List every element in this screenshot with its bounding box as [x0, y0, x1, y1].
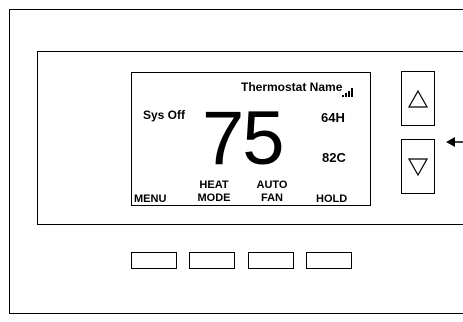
up-button[interactable]	[401, 71, 435, 126]
pointer-arrow-icon	[446, 137, 463, 147]
setpoint-temperature: 75	[202, 96, 285, 181]
soft-label-heat-mode-line2: MODE	[197, 192, 231, 204]
lcd-display: Thermostat Name Sys Off 75 64H 82C MENU …	[131, 72, 371, 206]
system-status: Sys Off	[143, 108, 186, 122]
soft-label-auto-fan-line1: AUTO	[256, 179, 288, 191]
signal-strength-icon	[342, 87, 354, 97]
heat-setpoint: 64H	[321, 110, 345, 125]
auto-fan-soft-key[interactable]	[248, 252, 294, 269]
soft-label-auto-fan-line2: FAN	[261, 192, 283, 204]
soft-label-heat-mode-line1: HEAT	[199, 179, 229, 191]
hold-soft-key[interactable]	[306, 252, 352, 269]
soft-label-auto-fan: AUTO FAN	[250, 179, 294, 205]
soft-label-menu: MENU	[134, 193, 167, 205]
menu-soft-key[interactable]	[131, 252, 177, 269]
triangle-up-icon	[408, 89, 428, 108]
thermostat-name: Thermostat Name	[241, 80, 343, 94]
cool-setpoint: 82C	[322, 150, 346, 165]
soft-label-heat-mode: HEAT MODE	[190, 179, 238, 205]
soft-label-hold: HOLD	[316, 193, 348, 205]
triangle-down-icon	[408, 157, 428, 176]
heat-mode-soft-key[interactable]	[189, 252, 235, 269]
down-button[interactable]	[401, 139, 435, 194]
